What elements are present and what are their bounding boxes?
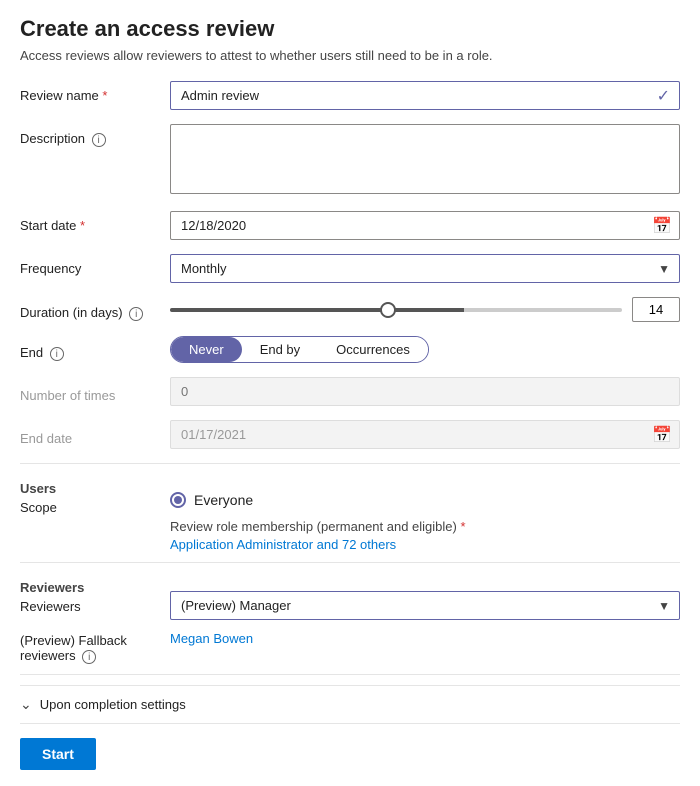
reviewers-select[interactable]: (Preview) Manager Selected users Members…	[170, 591, 680, 620]
end-occurrences-button[interactable]: Occurrences	[318, 337, 428, 362]
description-input[interactable]	[170, 124, 680, 194]
fallback-reviewers-label: (Preview) Fallback reviewers i	[20, 626, 170, 664]
duration-value-input[interactable]	[632, 297, 680, 322]
completion-settings-row[interactable]: ⌄ Upon completion settings	[20, 685, 680, 724]
description-info-icon: i	[92, 133, 106, 147]
frequency-select[interactable]: Weekly Monthly Quarterly Semi-annually A…	[170, 254, 680, 283]
scope-everyone-radio[interactable]	[170, 492, 186, 508]
end-info-icon: i	[50, 347, 64, 361]
number-of-times-label: Number of times	[20, 381, 170, 403]
description-label: Description i	[20, 124, 170, 147]
duration-label: Duration (in days) i	[20, 298, 170, 321]
number-of-times-input[interactable]	[170, 377, 680, 406]
completion-chevron-icon: ⌄	[20, 696, 32, 713]
review-role-label: Review role membership (permanent and el…	[170, 519, 680, 534]
end-never-button[interactable]: Never	[171, 337, 242, 362]
page-subtitle: Access reviews allow reviewers to attest…	[20, 48, 680, 63]
page-title: Create an access review	[20, 16, 680, 42]
end-date-calendar-icon[interactable]: 📅	[652, 425, 672, 445]
fallback-reviewer-link[interactable]: Megan Bowen	[170, 631, 253, 646]
end-toggle-group: Never End by Occurrences	[170, 336, 429, 363]
end-label: End i	[20, 338, 170, 361]
duration-slider[interactable]	[170, 308, 622, 312]
start-button[interactable]: Start	[20, 738, 96, 770]
fallback-info-icon: i	[82, 650, 96, 664]
review-name-input[interactable]	[170, 81, 680, 110]
completion-settings-label: Upon completion settings	[40, 697, 186, 712]
review-role-link[interactable]: Application Administrator and 72 others	[170, 537, 396, 552]
users-label: Users Scope	[20, 474, 170, 515]
reviewers-section-label: Reviewers Reviewers	[20, 573, 170, 614]
start-date-label: Start date *	[20, 211, 170, 233]
start-date-calendar-icon[interactable]: 📅	[652, 216, 672, 236]
frequency-label: Frequency	[20, 254, 170, 276]
start-date-input[interactable]	[170, 211, 680, 240]
review-name-check-icon: ✓	[657, 86, 670, 106]
duration-info-icon: i	[129, 307, 143, 321]
scope-everyone-label: Everyone	[194, 492, 253, 508]
end-endby-button[interactable]: End by	[242, 337, 318, 362]
end-date-input[interactable]	[170, 420, 680, 449]
end-date-label: End date	[20, 424, 170, 446]
review-name-label: Review name *	[20, 81, 170, 103]
